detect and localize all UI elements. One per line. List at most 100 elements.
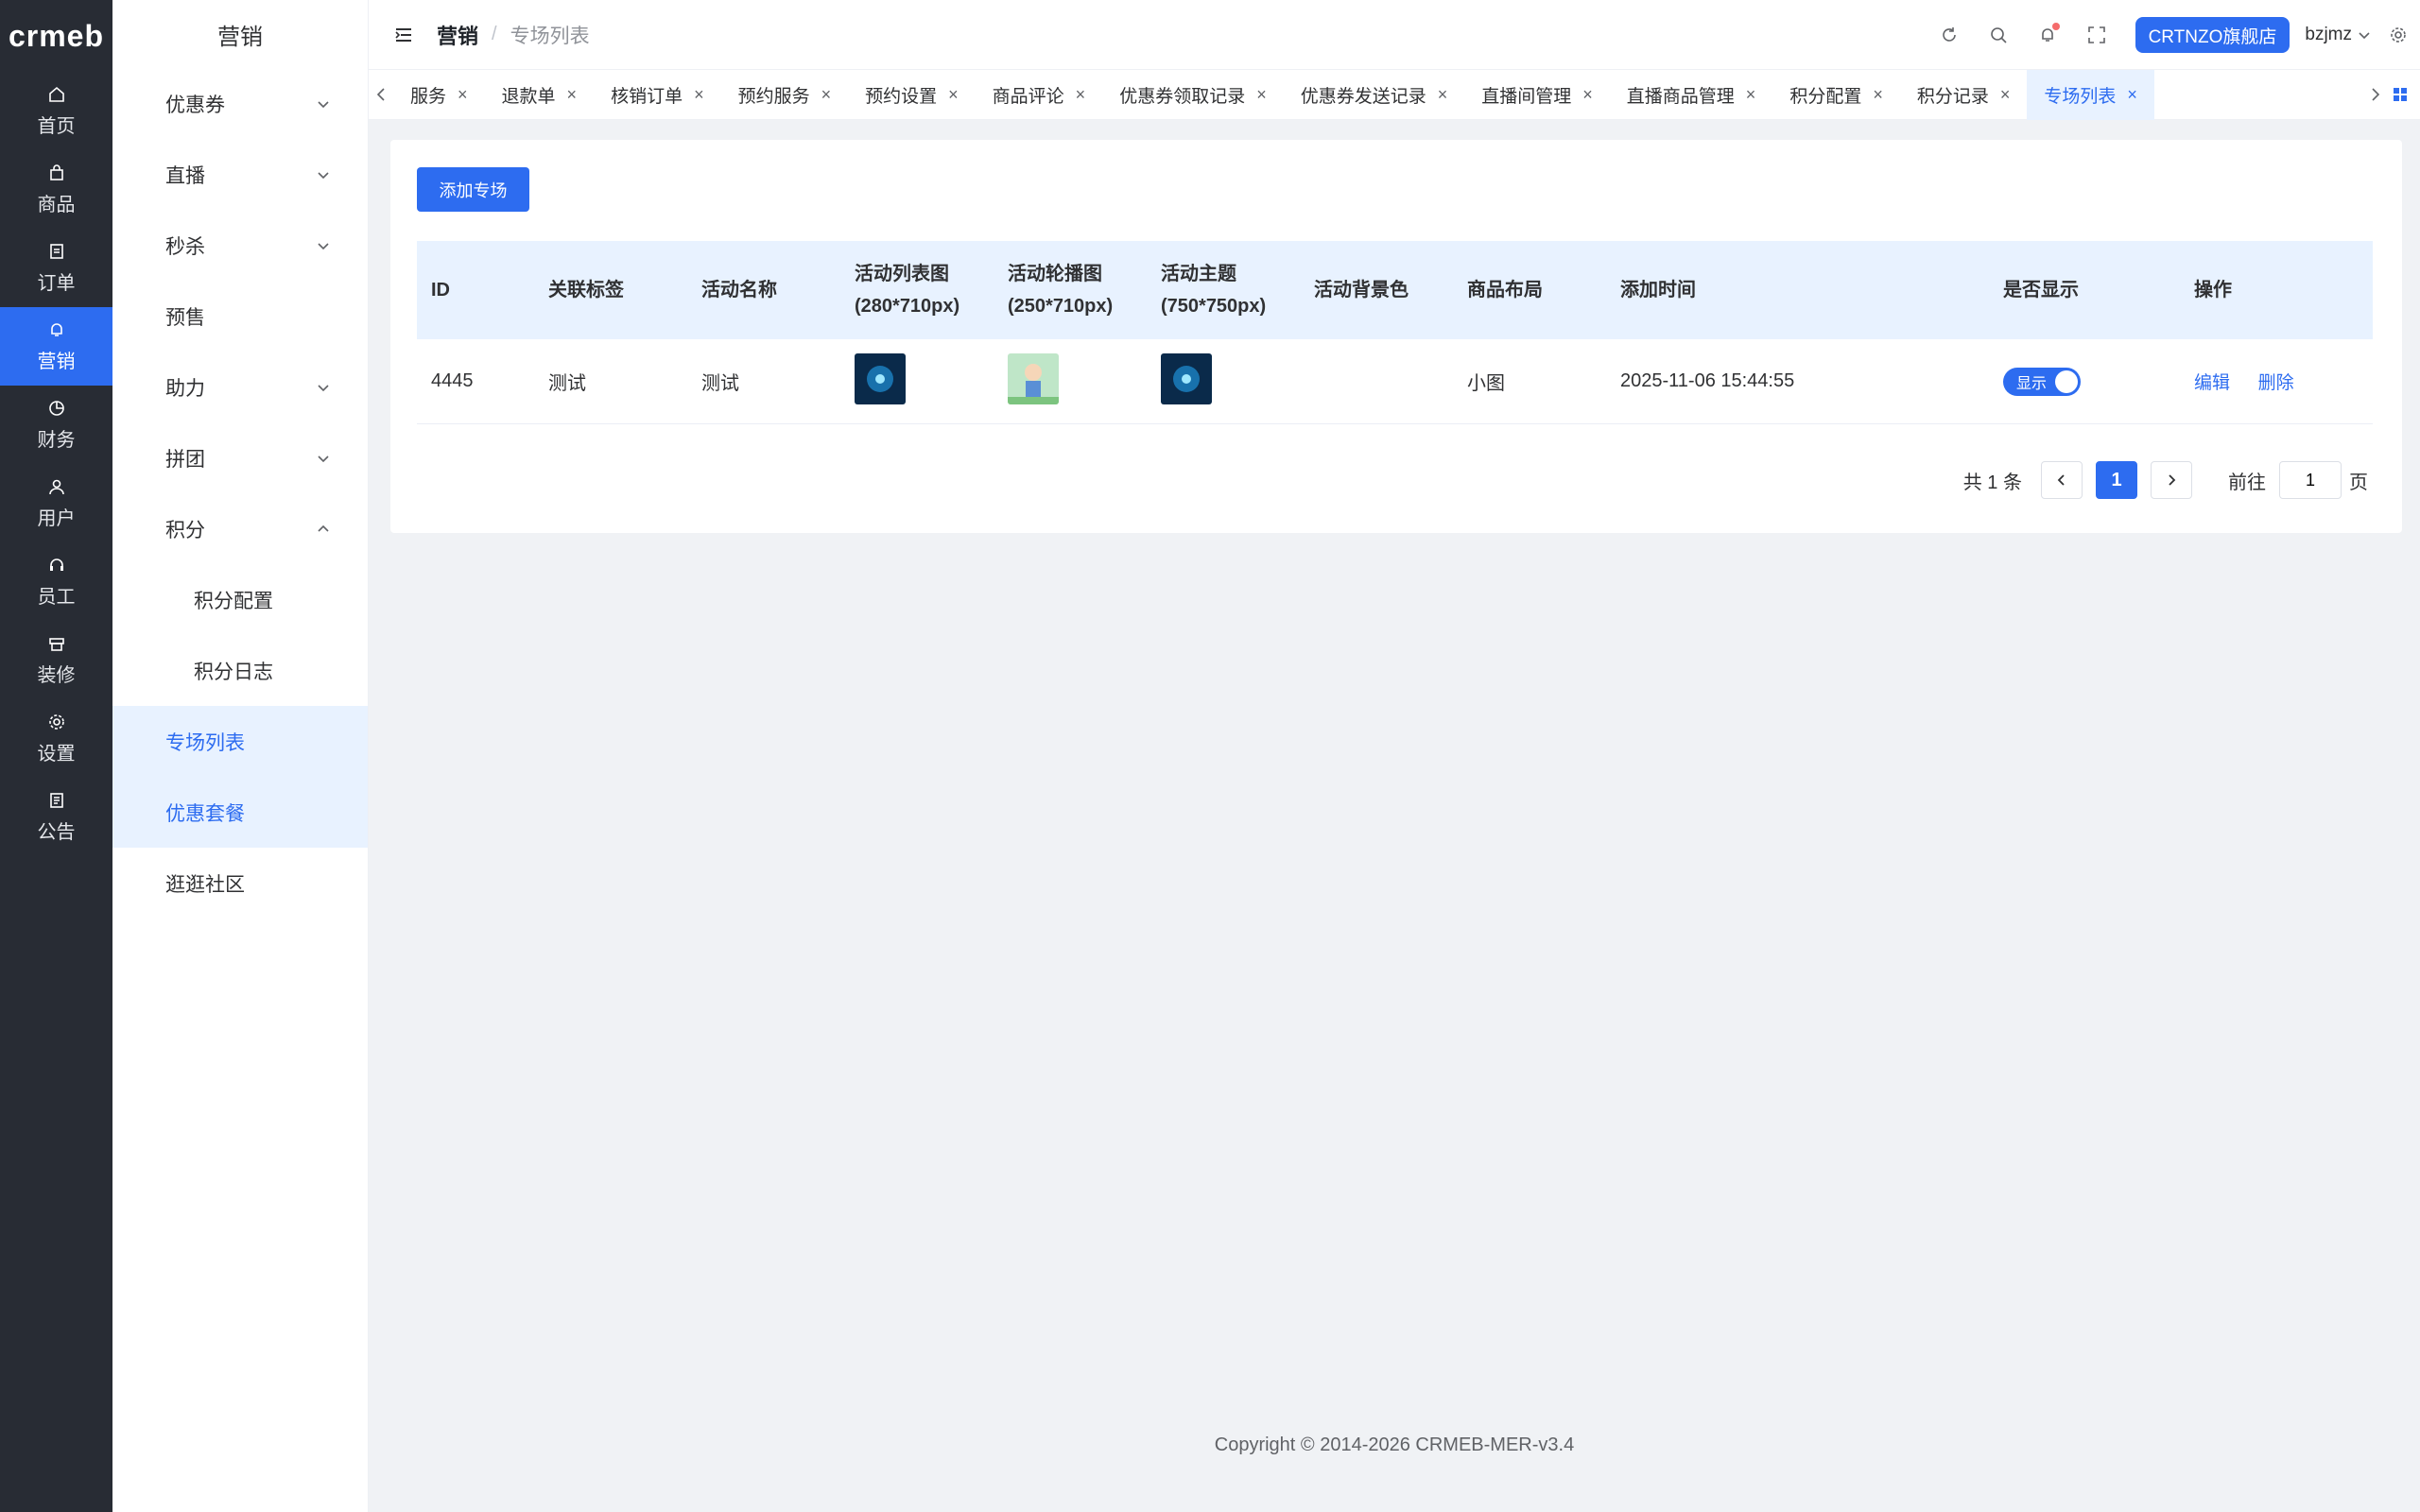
tab-live-products[interactable]: 直播商品管理 × [1610,70,1773,120]
settings-gear-icon[interactable] [2388,25,2409,45]
submenu-item-label: 直播 [165,164,205,187]
submenu-item-label: 优惠套餐 [165,802,245,825]
cell-theme-image [1147,352,1300,410]
submenu-item-points[interactable]: 积分 [112,493,368,564]
submenu-item-points-config[interactable]: 积分配置 [112,564,368,635]
tab-coupon-claims[interactable]: 优惠券领取记录 × [1102,70,1284,120]
close-icon[interactable]: × [1076,85,1086,105]
close-icon[interactable]: × [458,85,468,105]
tab-coupon-sends[interactable]: 优惠券发送记录 × [1284,70,1465,120]
close-icon[interactable]: × [2127,85,2137,105]
tab-reservation-settings[interactable]: 预约设置 × [848,70,976,120]
tab-label: 核销订单 [611,86,683,107]
close-icon[interactable]: × [1438,85,1448,105]
refresh-icon[interactable] [1939,25,1960,45]
chevron-down-icon [318,242,329,249]
tab-service[interactable]: 服务 × [393,70,485,120]
carousel-image-thumbnail[interactable] [1008,352,1059,404]
page-number-button[interactable]: 1 [2096,461,2137,499]
tab-verify-order[interactable]: 核销订单 × [594,70,721,120]
tab-label: 直播间管理 [1481,86,1572,107]
chevron-left-icon [2057,474,2065,486]
rail-item-products[interactable]: 商品 [0,150,112,229]
box-icon [46,633,67,654]
rail-item-finance[interactable]: 财务 [0,386,112,464]
submenu-item-live[interactable]: 直播 [112,139,368,210]
add-special-button[interactable]: 添加专场 [417,167,529,212]
cell-time: 2025-11-06 15:44:55 [1620,370,1795,391]
chevron-right-icon [2169,474,2176,486]
submenu-item-label: 秒杀 [165,235,205,258]
submenu-item-discount-package[interactable]: 优惠套餐 [112,777,368,848]
toggle-knob [2055,369,2078,393]
search-icon[interactable] [1988,25,2009,45]
tab-refund[interactable]: 退款单 × [485,70,595,120]
close-icon[interactable]: × [948,85,959,105]
rail-item-decoration[interactable]: 装修 [0,621,112,699]
edit-link[interactable]: 编辑 [2194,373,2230,393]
cell-layout: 小图 [1467,373,1505,394]
submenu-item-community[interactable]: 逛逛社区 [112,848,368,919]
close-icon[interactable]: × [694,85,704,105]
close-icon[interactable]: × [1256,85,1267,105]
column-header-tag: 关联标签 [548,280,624,301]
close-icon[interactable]: × [2000,85,2011,105]
user-menu[interactable]: bzjmz [2305,25,2371,45]
close-icon[interactable]: × [821,85,832,105]
rail-item-users[interactable]: 用户 [0,464,112,542]
theme-image-thumbnail[interactable] [1161,352,1212,404]
tabs-scroll-left-icon[interactable] [369,87,393,102]
pagination: 共 1 条 1 前往 页 [1963,461,2368,499]
close-icon[interactable]: × [567,85,578,105]
prev-page-button[interactable] [2041,461,2083,499]
chevron-down-icon [2359,32,2370,40]
tab-points-config[interactable]: 积分配置 × [1772,70,1900,120]
cell-actions: 编辑 删除 [2180,369,2373,394]
tab-live-room[interactable]: 直播间管理 × [1464,70,1610,120]
submenu-item-seckill[interactable]: 秒杀 [112,210,368,281]
notification-bell-icon[interactable] [2037,23,2060,45]
menu-toggle-icon[interactable] [393,25,414,45]
show-toggle[interactable]: 显示 [2003,367,2081,396]
tab-points-log[interactable]: 积分记录 × [1900,70,2028,120]
username: bzjmz [2305,25,2352,44]
rail-item-home[interactable]: 首页 [0,72,112,150]
next-page-button[interactable] [2151,461,2192,499]
rail-item-staff[interactable]: 员工 [0,542,112,621]
rail-item-label: 公告 [37,822,76,843]
close-icon[interactable]: × [1873,85,1883,105]
tab-label: 服务 [410,86,447,107]
footer-copyright: Copyright © 2014-2026 CRMEB-MER-v3.4 [1214,1435,1575,1455]
tab-label: 预约设置 [865,86,938,107]
delete-link[interactable]: 删除 [2258,373,2294,393]
rail-item-marketing[interactable]: 营销 [0,307,112,386]
chevron-down-icon [318,384,329,391]
submenu-item-coupon[interactable]: 优惠券 [112,68,368,139]
submenu-item-presale[interactable]: 预售 [112,281,368,352]
submenu-item-special-list[interactable]: 专场列表 [112,706,368,777]
rail-item-label: 用户 [37,508,76,529]
submenu-item-group[interactable]: 拼团 [112,422,368,493]
tab-reservation-service[interactable]: 预约服务 × [721,70,849,120]
goto-page-input[interactable] [2279,461,2342,499]
breadcrumb-parent[interactable]: 营销 [437,20,478,50]
tab-product-reviews[interactable]: 商品评论 × [976,70,1103,120]
rail-item-settings[interactable]: 设置 [0,699,112,778]
grid-menu-icon[interactable] [2388,87,2412,102]
close-icon[interactable]: × [1582,85,1593,105]
close-icon[interactable]: × [1746,85,1756,105]
column-header-list-image: 活动列表图(280*710px) [855,264,960,317]
rail-item-orders[interactable]: 订单 [0,229,112,307]
column-header-show: 是否显示 [2003,280,2079,301]
rail-item-notice[interactable]: 公告 [0,778,112,856]
submenu-item-label: 优惠券 [165,94,225,116]
list-image-thumbnail[interactable] [855,352,906,404]
submenu-item-points-log[interactable]: 积分日志 [112,635,368,706]
column-header-carousel-image: 活动轮播图(250*710px) [1008,264,1114,317]
submenu-item-assist[interactable]: 助力 [112,352,368,422]
store-switch-button[interactable]: CRTNZO旗舰店 [2135,17,2290,53]
tab-special-list[interactable]: 专场列表 × [2027,69,2154,120]
tabs-scroll-right-icon[interactable] [2363,87,2388,102]
fullscreen-icon[interactable] [2086,25,2107,45]
main-nav-rail: crmeb 首页 商品 订单 营销 财务 用户 员工 装修 设置 公告 [0,0,112,1512]
